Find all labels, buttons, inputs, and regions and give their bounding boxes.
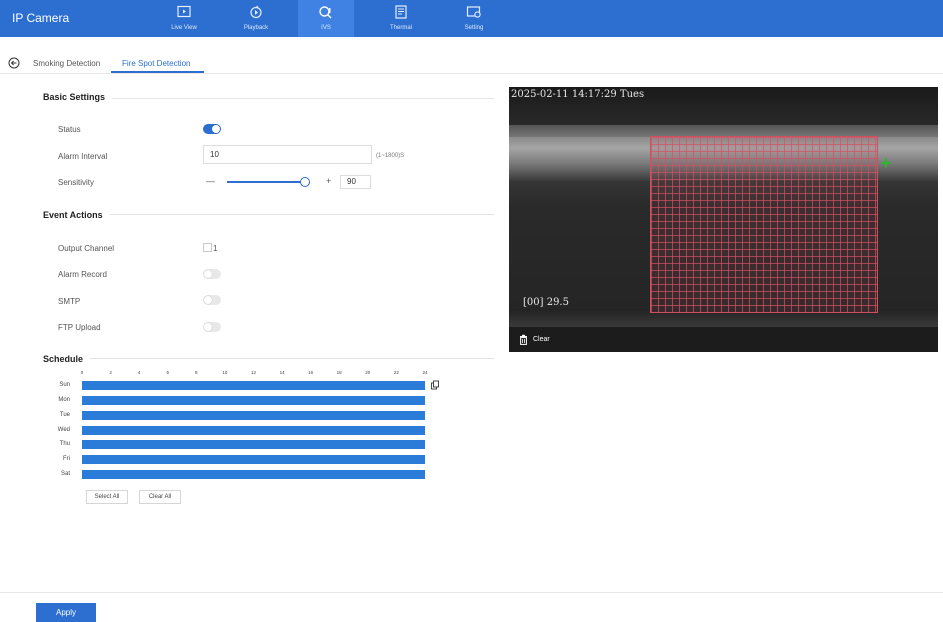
schedule-hour-label: 8	[195, 370, 198, 375]
schedule-hour-label: 24	[422, 370, 428, 375]
detection-area-grid[interactable]	[650, 136, 878, 313]
nav-thermal-label: Thermal	[389, 25, 412, 31]
nav-setting-label: Setting	[464, 25, 484, 31]
live-view-icon	[177, 5, 191, 18]
alarm-interval-hint: (1~1800)S	[376, 153, 405, 159]
status-toggle[interactable]	[203, 124, 221, 134]
schedule-bar-mon[interactable]	[82, 396, 425, 405]
schedule-day-label: Fri	[63, 456, 70, 462]
sensitivity-value-input[interactable]: 90	[340, 175, 371, 189]
footer-divider	[0, 592, 943, 593]
output-channel-label: Output Channel	[58, 244, 115, 253]
select-all-button[interactable]: Select All	[86, 490, 128, 504]
nav-ivs-label: IVS	[321, 25, 331, 31]
sensitivity-decrease-button[interactable]: —	[206, 176, 215, 186]
schedule-day-label: Mon	[58, 397, 70, 403]
schedule-day-label: Sat	[60, 471, 70, 477]
alarm-interval-input[interactable]: 10	[203, 145, 372, 164]
output-channel-checkbox[interactable]	[203, 243, 212, 252]
schedule-day-label: Tue	[59, 412, 70, 418]
schedule-hour-label: 10	[222, 370, 228, 375]
schedule-hour-label: 22	[393, 370, 399, 375]
nav-thermal[interactable]: Thermal	[373, 0, 429, 37]
schedule-day-label: Wed	[57, 427, 70, 433]
smtp-label: SMTP	[58, 297, 81, 306]
nav-live-view-label: Live View	[171, 25, 197, 31]
alarm-record-label: Alarm Record	[58, 270, 107, 279]
thermal-icon	[395, 5, 407, 19]
schedule-hour-label: 16	[308, 370, 314, 375]
playback-icon	[250, 5, 262, 19]
section-divider	[90, 358, 494, 359]
schedule-bar-wed[interactable]	[82, 426, 425, 435]
clear-all-button[interactable]: Clear All	[139, 490, 181, 504]
schedule-day-label: Thu	[59, 441, 70, 447]
nav-ivs[interactable]: IVS	[298, 0, 354, 37]
status-label: Status	[58, 125, 81, 134]
tab-smoking-detection[interactable]: Smoking Detection	[33, 59, 100, 68]
schedule-hour-label: 18	[336, 370, 342, 375]
schedule-day-label: Sun	[59, 382, 70, 388]
schedule-hour-label: 4	[137, 370, 141, 375]
move-handle-icon[interactable]	[881, 158, 891, 168]
sensitivity-increase-button[interactable]: +	[326, 176, 331, 186]
apply-button[interactable]: Apply	[36, 603, 96, 622]
output-channel-number: 1	[213, 244, 218, 253]
schedule-bar-thu[interactable]	[82, 440, 425, 449]
app-title: IP Camera	[12, 11, 70, 25]
schedule-hour-label: 2	[109, 370, 112, 375]
ivs-icon	[319, 6, 332, 19]
schedule-hour-label: 0	[80, 370, 84, 375]
sensitivity-label: Sensitivity	[58, 178, 95, 187]
section-divider	[110, 214, 494, 215]
setting-icon	[466, 6, 481, 18]
trash-icon	[520, 334, 527, 345]
schedule-hour-label: 6	[166, 370, 170, 375]
smtp-toggle[interactable]	[203, 295, 221, 305]
clear-button-label: Clear	[533, 336, 550, 343]
copy-schedule-icon[interactable]	[430, 380, 440, 390]
sensitivity-slider[interactable]	[227, 181, 305, 183]
schedule-hour-label: 12	[250, 370, 257, 375]
video-toolbar: Clear	[509, 327, 938, 352]
video-preview[interactable]: 2025-02-11 14:17:29 Tues [00] 29.5 Clear	[509, 87, 938, 352]
ftp-upload-label: FTP Upload	[58, 323, 101, 332]
alarm-record-toggle[interactable]	[203, 269, 221, 279]
schedule-bar-tue[interactable]	[82, 411, 425, 420]
back-arrow-icon[interactable]	[8, 57, 20, 69]
schedule-bar-sun[interactable]	[82, 381, 425, 390]
schedule-bar-sat[interactable]	[82, 470, 425, 479]
nav-playback[interactable]: Playback	[228, 0, 284, 37]
osd-timestamp: 2025-02-11 14:17:29 Tues	[511, 89, 645, 100]
tab-fire-spot-detection[interactable]: Fire Spot Detection	[122, 59, 190, 68]
top-nav-bar: IP Camera Live View Playback IVS Thermal…	[0, 0, 943, 37]
nav-live-view[interactable]: Live View	[156, 0, 212, 37]
section-divider	[112, 98, 494, 99]
schedule-bar-fri[interactable]	[82, 455, 425, 464]
event-actions-title: Event Actions	[43, 210, 103, 220]
nav-playback-label: Playback	[243, 25, 269, 31]
schedule-hour-label: 14	[279, 370, 285, 375]
sensitivity-slider-thumb[interactable]	[300, 177, 310, 187]
nav-setting[interactable]: Setting	[446, 0, 502, 37]
alarm-interval-label: Alarm Interval	[58, 152, 108, 161]
tab-divider	[0, 73, 943, 74]
ftp-upload-toggle[interactable]	[203, 322, 221, 332]
schedule-hour-label: 20	[365, 370, 371, 375]
schedule-title: Schedule	[43, 354, 84, 364]
basic-settings-title: Basic Settings	[43, 92, 106, 102]
osd-temperature-readout: [00] 29.5	[523, 297, 569, 308]
